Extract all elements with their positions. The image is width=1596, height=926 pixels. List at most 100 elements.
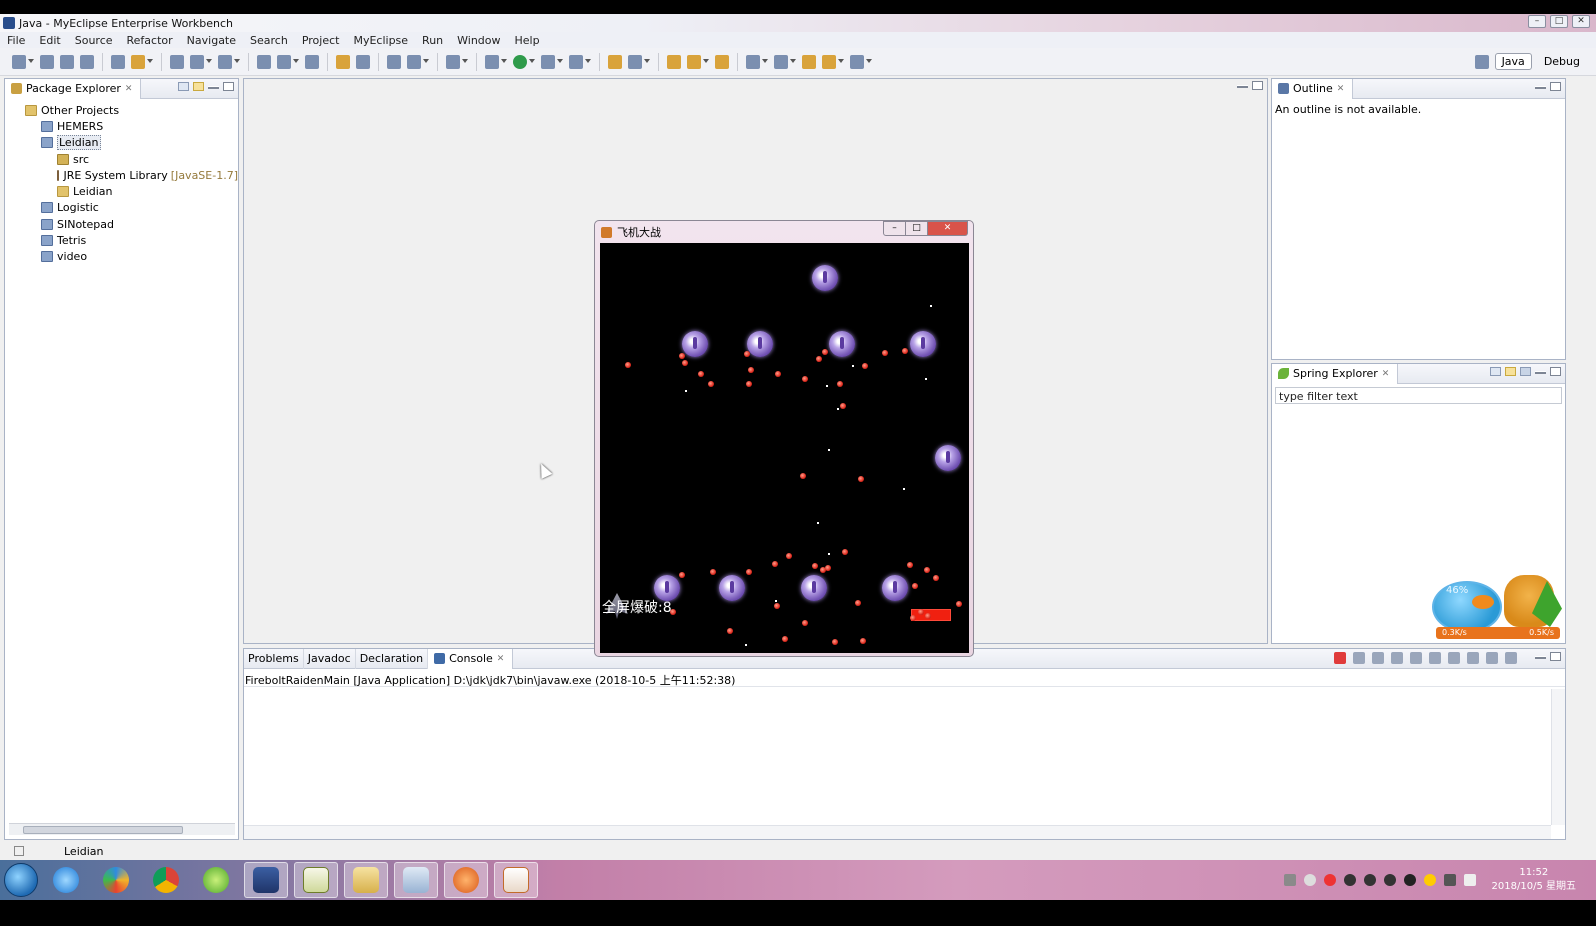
taskbar-360[interactable] (194, 862, 238, 898)
taskbar-ie[interactable] (44, 862, 88, 898)
chevron-down-icon[interactable] (501, 58, 507, 65)
console-horizontal-scrollbar[interactable] (244, 825, 1551, 839)
sort-icon[interactable] (1520, 367, 1531, 376)
fast-view-icon[interactable] (14, 846, 24, 856)
radiation-icon[interactable] (1423, 874, 1436, 886)
chevron-down-icon[interactable] (293, 58, 299, 65)
perspective-java-button[interactable]: Java (1494, 53, 1532, 70)
taskbar-app-mask[interactable] (444, 862, 488, 898)
new-web-project-icon[interactable] (131, 54, 145, 69)
tree-item[interactable]: video (5, 249, 238, 265)
console-vertical-scrollbar[interactable] (1551, 689, 1565, 825)
security-icon[interactable] (1323, 874, 1336, 886)
minimize-view-icon[interactable] (208, 86, 219, 89)
publish-icon[interactable] (277, 54, 291, 69)
close-button[interactable]: ✕ (1572, 15, 1590, 28)
chevron-down-icon[interactable] (838, 58, 844, 65)
menu-file[interactable]: File (7, 34, 25, 47)
maximize-view-icon[interactable] (1550, 82, 1561, 91)
minimize-view-icon[interactable] (1535, 86, 1546, 89)
collapse-all-icon[interactable] (1490, 367, 1501, 376)
back-icon[interactable] (822, 54, 836, 69)
show-on-stdout-icon[interactable] (1429, 652, 1441, 664)
qq-icon[interactable] (1363, 874, 1376, 886)
taskbar-monitor[interactable] (294, 862, 338, 898)
save-all-icon[interactable] (60, 54, 74, 69)
taskbar-notebook[interactable] (394, 862, 438, 898)
prev-annotation-icon[interactable] (774, 54, 788, 69)
tree-item[interactable]: Logistic (5, 200, 238, 216)
game-minimize-button[interactable]: – (883, 221, 906, 236)
save-icon[interactable] (40, 54, 54, 69)
chevron-down-icon[interactable] (762, 58, 768, 65)
tree-item[interactable]: SINotepad (5, 216, 238, 232)
close-icon[interactable]: ✕ (125, 84, 133, 94)
open-console-icon[interactable] (1505, 652, 1517, 664)
taskbar-java[interactable] (494, 862, 538, 898)
pencil-icon[interactable] (687, 54, 701, 69)
qq-icon[interactable] (1383, 874, 1396, 886)
menu-project[interactable]: Project (302, 34, 340, 47)
external-tools-icon[interactable] (569, 54, 583, 69)
tab-console[interactable]: Console ✕ (428, 648, 514, 669)
open-perspective-icon[interactable] (715, 54, 729, 69)
minimize-button[interactable]: – (1528, 15, 1546, 28)
menu-myeclipse[interactable]: MyEclipse (353, 34, 408, 47)
taskbar-myeclipse[interactable] (244, 862, 288, 898)
maximize-view-icon[interactable] (223, 82, 234, 91)
run-server-icon[interactable] (218, 54, 232, 69)
remote-icon[interactable] (257, 54, 271, 69)
horizontal-scrollbar[interactable] (9, 823, 235, 835)
menu-help[interactable]: Help (515, 34, 540, 47)
search-icon[interactable] (407, 54, 421, 69)
deploy-icon[interactable] (190, 54, 204, 69)
clear-console-icon[interactable] (1391, 652, 1403, 664)
chevron-down-icon[interactable] (557, 58, 563, 65)
qq-icon[interactable] (1343, 874, 1356, 886)
remove-launch-icon[interactable] (1353, 652, 1365, 664)
forward-icon[interactable] (850, 54, 864, 69)
window-icon[interactable] (446, 54, 460, 69)
minimize-editor-icon[interactable] (1237, 85, 1248, 88)
close-icon[interactable]: ✕ (497, 654, 505, 664)
tab-outline[interactable]: Outline ✕ (1272, 78, 1354, 99)
chevron-down-icon[interactable] (462, 58, 468, 65)
run-icon[interactable] (513, 54, 527, 69)
new-class-icon[interactable] (628, 54, 642, 69)
chevron-down-icon[interactable] (423, 58, 429, 65)
game-close-button[interactable]: ✕ (928, 221, 968, 236)
remove-all-icon[interactable] (1372, 652, 1384, 664)
game-canvas[interactable]: 全屏爆破:8 (600, 243, 969, 653)
refresh-icon[interactable] (356, 54, 370, 69)
scroll-lock-icon[interactable] (1410, 652, 1422, 664)
chevron-down-icon[interactable] (585, 58, 591, 65)
new-package-icon[interactable] (608, 54, 622, 69)
print-icon[interactable] (80, 54, 94, 69)
menu-refactor[interactable]: Refactor (127, 34, 173, 47)
pin-console-icon[interactable] (1467, 652, 1479, 664)
chevron-down-icon[interactable] (703, 58, 709, 65)
show-on-stderr-icon[interactable] (1448, 652, 1460, 664)
taskbar-chrome[interactable] (144, 862, 188, 898)
clock[interactable]: 11:52 2018/10/5 星期五 (1492, 866, 1576, 894)
scrollbar-thumb[interactable] (23, 826, 183, 834)
server-icon[interactable] (170, 54, 184, 69)
open-folder-icon[interactable] (336, 54, 350, 69)
link-with-editor-icon[interactable] (1505, 367, 1516, 376)
tab-javadoc[interactable]: Javadoc (304, 648, 356, 669)
open-task-icon[interactable] (667, 54, 681, 69)
close-icon[interactable]: ✕ (1337, 84, 1345, 94)
tab-declaration[interactable]: Declaration (356, 648, 429, 669)
menu-source[interactable]: Source (75, 34, 113, 47)
menu-window[interactable]: Window (457, 34, 500, 47)
maximize-view-icon[interactable] (1550, 652, 1561, 661)
new-icon[interactable] (12, 54, 26, 69)
tree-item[interactable]: Tetris (5, 232, 238, 248)
maximize-view-icon[interactable] (1550, 367, 1561, 376)
pet-icon[interactable] (1403, 874, 1416, 886)
coverage-icon[interactable] (541, 54, 555, 69)
tree-item[interactable]: Leidian (5, 183, 238, 199)
tree-item[interactable]: Other Projects (5, 102, 238, 118)
chevron-down-icon[interactable] (234, 58, 240, 65)
tree-item[interactable]: Leidian (5, 135, 238, 151)
